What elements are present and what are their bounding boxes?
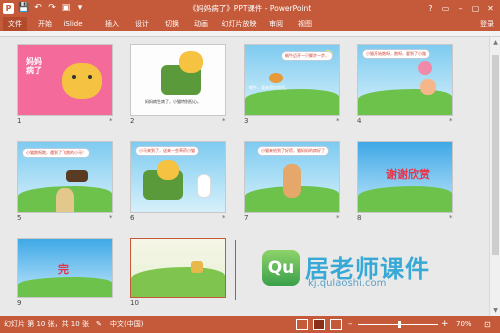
zoom-in-button[interactable]: + — [441, 316, 449, 333]
tab-view[interactable]: 视图 — [293, 17, 317, 31]
speech-bubble: 小猫跑呀跑，遇到了飞跑的小马！ — [22, 148, 90, 158]
flower-illustration — [418, 61, 432, 75]
slide-number: 2 — [130, 117, 135, 125]
slide-sorter-view-button[interactable] — [313, 319, 325, 330]
tab-design[interactable]: 设计 — [130, 17, 154, 31]
tab-review[interactable]: 审阅 — [264, 17, 288, 31]
zoom-slider-thumb[interactable] — [398, 321, 401, 328]
slide-caption: 妈妈病生病了，小猫特别担心。 — [145, 99, 201, 104]
house-illustration — [191, 261, 203, 273]
slide-number: 7 — [244, 214, 249, 222]
slide-title-text: 妈妈病了 — [26, 57, 42, 75]
ribbon-tabs: 文件 开始 iSlide 插入 设计 切换 动画 幻灯片放映 审阅 视图 登录 — [0, 17, 500, 31]
animation-star-icon: * — [336, 214, 340, 222]
slide-thumbnail-9[interactable]: 完 — [17, 238, 113, 298]
speech-bubble: 小猫开始跑呀，跑呀，要到了小路 — [362, 49, 430, 59]
scroll-thumb[interactable] — [492, 55, 499, 255]
animation-star-icon: * — [449, 117, 453, 125]
maximize-button[interactable]: ▢ — [468, 0, 483, 17]
vertical-scrollbar[interactable]: ▲ ▼ — [489, 37, 500, 316]
snail-illustration — [269, 73, 283, 83]
slide-number: 8 — [357, 214, 362, 222]
scroll-down-arrow-icon[interactable]: ▼ — [492, 307, 499, 314]
slide-number: 10 — [130, 299, 139, 307]
speech-bubble: 小猫来给到了好药，猫妈妈的病好了 — [257, 146, 329, 156]
thanks-text: 谢谢欣赏 — [386, 168, 430, 181]
tab-islide[interactable]: iSlide — [60, 17, 86, 31]
tab-file[interactable]: 文件 — [3, 17, 27, 31]
slide-count-status: 幻灯片 第 10 张，共 10 张 — [4, 320, 89, 328]
watermark-logo-icon: Qu — [262, 250, 300, 286]
cat-illustration — [62, 63, 102, 99]
pig-illustration — [420, 79, 436, 95]
slide-caption: 蜗牛，我来帮你找药。 — [249, 85, 289, 90]
end-text: 完 — [58, 263, 69, 276]
animation-star-icon: * — [222, 117, 226, 125]
close-button[interactable]: ✕ — [483, 0, 498, 17]
animation-star-icon: * — [336, 117, 340, 125]
help-icon[interactable]: ? — [423, 0, 438, 17]
animation-star-icon: * — [222, 214, 226, 222]
slide-thumbnail-4[interactable]: 小猫开始跑呀，跑呀，要到了小路 — [357, 44, 453, 116]
slide-thumbnail-2[interactable]: 妈妈病生病了，小猫特别担心。 — [130, 44, 226, 116]
animation-star-icon: * — [109, 117, 113, 125]
slide-number: 5 — [17, 214, 22, 222]
cat-mother-illustration — [283, 164, 301, 198]
tab-slideshow[interactable]: 幻灯片放映 — [220, 17, 258, 31]
ribbon-display-icon[interactable]: ▭ — [438, 0, 453, 17]
slide-number: 6 — [130, 214, 135, 222]
watermark-url: kj.qulaoshi.com — [308, 278, 387, 289]
minimize-button[interactable]: – — [453, 0, 468, 17]
animation-star-icon: * — [449, 214, 453, 222]
rabbit-illustration — [197, 174, 211, 198]
status-bar: 幻灯片 第 10 张，共 10 张 ✎ 中文(中国) – + 70% ⊡ — [0, 316, 500, 333]
slide-number: 1 — [17, 117, 22, 125]
language-status[interactable]: 中文(中国) — [110, 316, 143, 333]
tab-insert[interactable]: 插入 — [100, 17, 124, 31]
slide-thumbnail-7[interactable]: 小猫来给到了好药，猫妈妈的病好了 — [244, 141, 340, 213]
speech-bubble: 蜗牛迈开一只脚步一步， — [281, 51, 333, 61]
animation-star-icon: * — [109, 214, 113, 222]
spellcheck-icon[interactable]: ✎ — [96, 316, 102, 333]
tab-home[interactable]: 开始 — [33, 17, 57, 31]
tab-animations[interactable]: 动画 — [189, 17, 213, 31]
horse-illustration — [66, 170, 88, 182]
slide-thumbnail-5[interactable]: 小猫跑呀跑，遇到了飞跑的小马！ — [17, 141, 113, 213]
normal-view-button[interactable] — [296, 319, 308, 330]
tab-transitions[interactable]: 切换 — [160, 17, 184, 31]
window-controls: ? ▭ – ▢ ✕ — [423, 0, 498, 17]
cat-illustration — [179, 51, 203, 73]
slide-thumbnail-6[interactable]: 小马来到了，送来一些草药小猫 — [130, 141, 226, 213]
slide-number: 3 — [244, 117, 249, 125]
slide-thumbnail-8[interactable]: 谢谢欣赏 — [357, 141, 453, 213]
scroll-up-arrow-icon[interactable]: ▲ — [492, 39, 499, 46]
cat-illustration — [157, 160, 179, 180]
slide-thumbnail-3[interactable]: 蜗牛迈开一只脚步一步， 蜗牛，我来帮你找药。 — [244, 44, 340, 116]
reading-view-button[interactable] — [330, 319, 342, 330]
zoom-out-button[interactable]: – — [348, 316, 353, 333]
zoom-level[interactable]: 70% — [456, 316, 472, 333]
slide-number: 9 — [17, 299, 22, 307]
login-link[interactable]: 登录 — [480, 17, 494, 31]
slide-thumbnail-1[interactable]: 妈妈病了 — [17, 44, 113, 116]
speech-bubble: 小马来到了，送来一些草药小猫 — [135, 146, 199, 156]
title-bar: P 💾 ↶ ↷ ▣ ▾ 《妈妈病了》PPT课件 - PowerPoint ? ▭… — [0, 0, 500, 17]
fit-window-icon[interactable]: ⊡ — [484, 316, 491, 333]
slide-thumbnail-10[interactable] — [130, 238, 226, 298]
slide-number: 4 — [357, 117, 362, 125]
insertion-marker — [235, 240, 236, 300]
